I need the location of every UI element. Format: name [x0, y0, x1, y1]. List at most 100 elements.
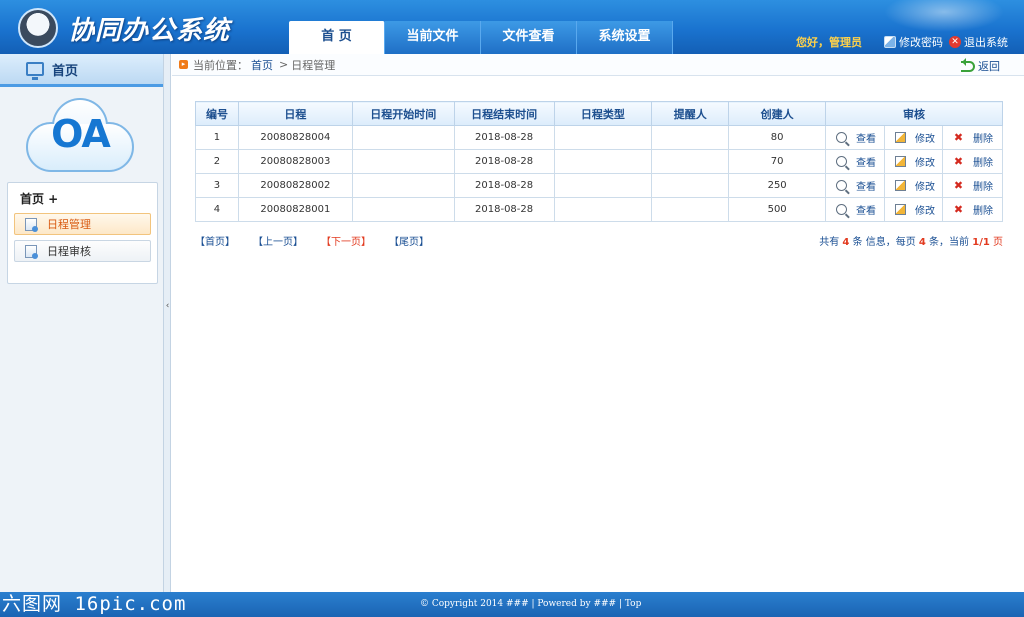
- sidebar-item-label: 日程管理: [47, 218, 91, 231]
- tab-system-settings[interactable]: 系统设置: [577, 21, 673, 54]
- edit-icon: [895, 203, 906, 215]
- edit-cell: 修改: [884, 125, 943, 150]
- view-button[interactable]: 查看: [836, 178, 876, 193]
- cell-id: 3: [195, 173, 239, 198]
- header-user-area: 您好，管理员 修改密码 ✕ 退出系统: [796, 34, 1008, 50]
- delete-button[interactable]: ✖ 删除: [953, 154, 993, 169]
- menu-group-title[interactable]: 首页 +: [8, 183, 157, 213]
- sidebar-header-label: 首页: [52, 63, 79, 79]
- tab-view-files[interactable]: 文件查看: [481, 21, 577, 54]
- sidebar: 首页 OA 首页 + 日程管理 日程审核: [0, 54, 164, 592]
- top-header: 协同办公系统 首 页 当前文件 文件查看 系统设置 您好，管理员 修改密码 ✕ …: [0, 0, 1024, 54]
- first-page-link[interactable]: 【首页】: [195, 233, 235, 248]
- view-button[interactable]: 查看: [836, 154, 876, 169]
- cell-reminder: [651, 197, 730, 222]
- copyright-text: © Copyright 2014 ### | Powered by ### | …: [420, 599, 642, 609]
- delete-label: 删除: [972, 206, 993, 217]
- prev-page-link[interactable]: 【上一页】: [253, 233, 303, 248]
- cell-end-time: 2018-08-28: [453, 125, 555, 150]
- back-arrow-icon: [961, 57, 975, 72]
- cell-end-time: 2018-08-28: [453, 149, 555, 174]
- cell-reminder: [651, 125, 730, 150]
- current-page: 1/1: [972, 237, 990, 248]
- cell-type: [553, 197, 653, 222]
- cell-end-time: 2018-08-28: [453, 173, 555, 198]
- per-page-count: 4: [918, 237, 926, 248]
- change-password-label: 修改密码: [899, 36, 943, 49]
- delete-button[interactable]: ✖ 删除: [953, 202, 993, 217]
- breadcrumb-separator: >: [279, 58, 289, 71]
- view-cell: 查看: [825, 125, 885, 150]
- breadcrumb-home[interactable]: 首页: [251, 57, 273, 73]
- location-icon: ▸: [179, 60, 188, 69]
- delete-button[interactable]: ✖ 删除: [953, 178, 993, 193]
- view-cell: 查看: [825, 197, 885, 222]
- breadcrumb-prefix: 当前位置：: [193, 58, 248, 72]
- pagination-links: 【首页】 【上一页】 【下一页】 【尾页】: [195, 233, 447, 248]
- edit-icon: [895, 131, 906, 143]
- view-label: 查看: [856, 157, 877, 169]
- edit-label: 修改: [915, 157, 935, 169]
- back-button[interactable]: 返回: [961, 57, 1000, 74]
- view-cell: 查看: [825, 149, 885, 174]
- edit-button[interactable]: 修改: [895, 154, 935, 169]
- sidebar-item-schedule-review[interactable]: 日程审核: [14, 240, 151, 262]
- summary-text: 页: [989, 237, 1003, 248]
- cell-start-time: [351, 149, 455, 174]
- tab-home[interactable]: 首 页: [289, 21, 385, 54]
- user-avatar-logo: [18, 8, 58, 48]
- cell-type: [553, 149, 653, 174]
- delete-label: 删除: [972, 182, 993, 193]
- pagination-summary: 共有 4 条 信息，每页 4 条，当前 1/1 页: [819, 233, 1003, 248]
- view-button[interactable]: 查看: [836, 130, 876, 145]
- edit-button[interactable]: 修改: [895, 178, 935, 193]
- table-row: 3 20080828002 2018-08-28 250 查看 修改 ✖ 删除: [195, 173, 1004, 198]
- cell-reminder: [651, 173, 730, 198]
- delete-cell: ✖ 删除: [941, 125, 1004, 150]
- edit-cell: 修改: [884, 197, 943, 222]
- cell-creator: 70: [728, 149, 827, 174]
- zoom-icon: [836, 155, 848, 167]
- sidebar-item-label: 日程审核: [47, 245, 91, 258]
- column-header-type: 日程类型: [553, 101, 653, 126]
- summary-text: 共有: [819, 237, 843, 248]
- cell-id: 1: [195, 125, 239, 150]
- cell-type: [553, 125, 653, 150]
- edit-cell: 修改: [884, 149, 943, 174]
- view-label: 查看: [856, 205, 877, 217]
- edit-icon: [895, 179, 906, 191]
- sidebar-splitter[interactable]: ‹: [164, 54, 171, 592]
- next-page-link[interactable]: 【下一页】: [321, 233, 371, 248]
- delete-label: 删除: [972, 158, 993, 169]
- edit-label: 修改: [915, 205, 935, 217]
- breadcrumb: ▸ 当前位置： 首页 > 日程管理 返回: [172, 54, 1024, 76]
- column-header-end-time: 日程结束时间: [453, 101, 555, 126]
- cell-type: [553, 173, 653, 198]
- greeting-text: 您好，管理员: [796, 36, 862, 49]
- tab-current-files[interactable]: 当前文件: [385, 21, 481, 54]
- app-title: 协同办公系统: [68, 16, 231, 46]
- schedule-table: 编号 日程 日程开始时间 日程结束时间 日程类型 提醒人 创建人 审核 1 20…: [195, 101, 1004, 222]
- edit-button[interactable]: 修改: [895, 130, 935, 145]
- zoom-icon: [836, 131, 848, 143]
- cell-id: 4: [195, 197, 239, 222]
- footer: 六图网 16pic.com © Copyright 2014 ### | Pow…: [0, 592, 1024, 617]
- cell-id: 2: [195, 149, 239, 174]
- view-button[interactable]: 查看: [836, 202, 876, 217]
- cell-schedule: 20080828002: [237, 173, 353, 198]
- edit-label: 修改: [915, 133, 935, 145]
- change-password-link[interactable]: 修改密码: [884, 34, 943, 50]
- edit-button[interactable]: 修改: [895, 202, 935, 217]
- logout-link[interactable]: ✕ 退出系统: [949, 34, 1008, 50]
- cell-creator: 250: [728, 173, 827, 198]
- breadcrumb-current: 日程管理: [291, 58, 336, 72]
- sidebar-item-schedule-management[interactable]: 日程管理: [14, 213, 151, 235]
- edit-label: 修改: [915, 181, 935, 193]
- edit-password-icon: [884, 36, 896, 48]
- last-page-link[interactable]: 【尾页】: [389, 233, 429, 248]
- delete-cell: ✖ 删除: [941, 149, 1004, 174]
- collapse-arrow-icon[interactable]: ‹: [164, 300, 171, 312]
- delete-button[interactable]: ✖ 删除: [953, 130, 993, 145]
- table-row: 1 20080828004 2018-08-28 80 查看 修改 ✖ 删除: [195, 125, 1004, 150]
- column-header-reminder: 提醒人: [651, 101, 730, 126]
